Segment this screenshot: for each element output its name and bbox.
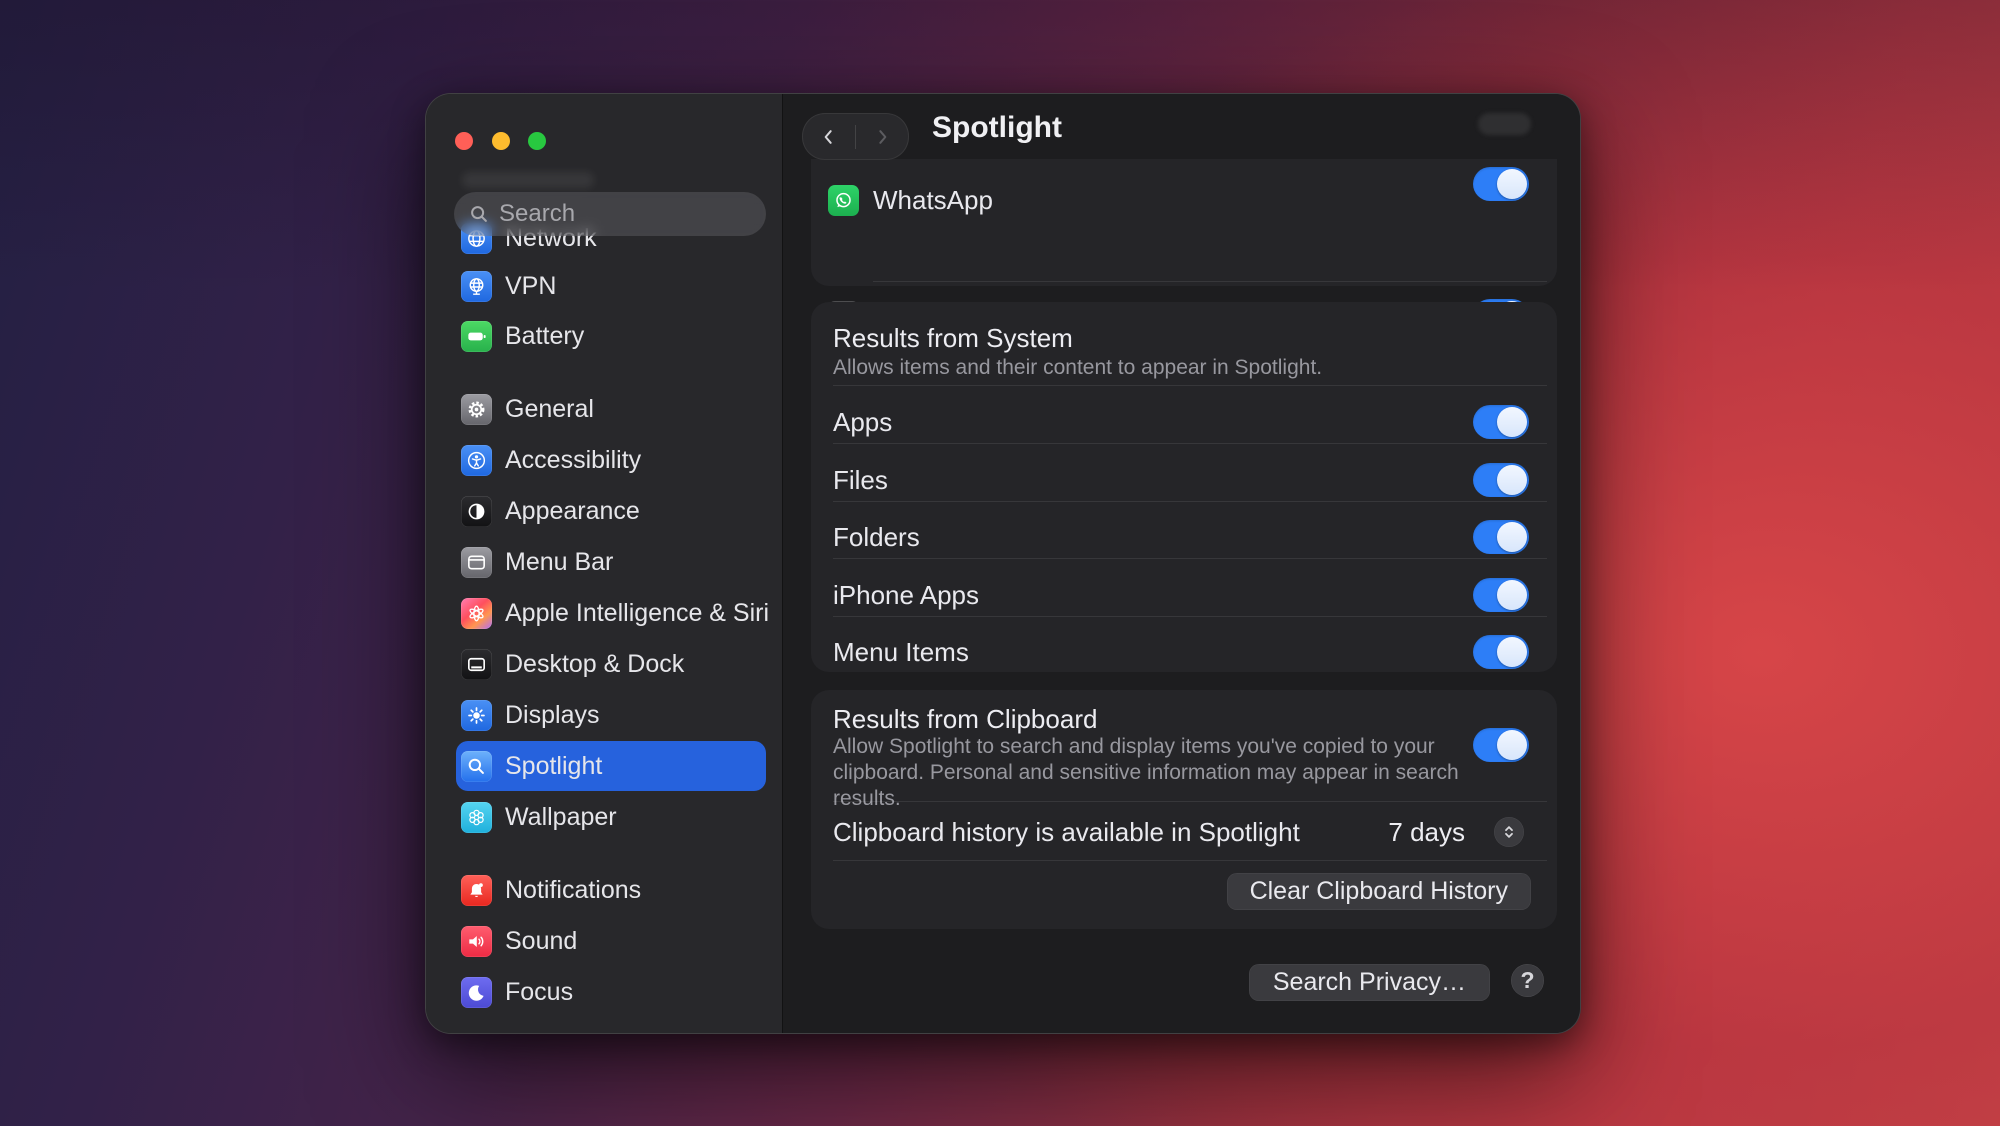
help-question-mark: ? (1520, 967, 1534, 994)
chevron-right-icon (872, 127, 892, 147)
folders-toggle[interactable] (1473, 520, 1529, 554)
row-divider (833, 501, 1547, 502)
chevron-left-icon (819, 127, 839, 147)
whatsapp-row: WhatsApp (811, 175, 1574, 225)
iphone-apps-toggle[interactable] (1473, 578, 1529, 612)
sidebar-item-displays[interactable]: Displays (456, 690, 766, 740)
clear-clipboard-history-button[interactable]: Clear Clipboard History (1227, 873, 1531, 910)
vpn-globe-icon (461, 271, 492, 302)
iphone-apps-row: iPhone Apps (811, 570, 1579, 620)
help-button[interactable]: ? (1511, 964, 1544, 997)
close-window-button[interactable] (455, 132, 473, 150)
files-row: Files (811, 455, 1579, 505)
folders-row: Folders (811, 512, 1579, 562)
menu-items-row: Menu Items (811, 627, 1579, 677)
section-divider (833, 385, 1547, 386)
row-divider (833, 801, 1547, 802)
search-privacy-button[interactable]: Search Privacy… (1249, 964, 1490, 1001)
row-divider (833, 616, 1547, 617)
search-icon (468, 203, 490, 225)
sidebar-item-battery[interactable]: Battery (456, 311, 766, 361)
row-divider (833, 443, 1547, 444)
scrolled-item-ghost (462, 172, 594, 188)
speaker-icon (461, 926, 492, 957)
zoom-window-button[interactable] (528, 132, 546, 150)
bell-icon (461, 875, 492, 906)
search-placeholder: Search (499, 200, 575, 228)
files-toggle[interactable] (1473, 463, 1529, 497)
row-divider (873, 281, 1547, 282)
clipboard-history-stepper[interactable] (1494, 817, 1524, 847)
sidebar-item-focus[interactable]: Focus (456, 967, 766, 1017)
apps-toggle[interactable] (1473, 405, 1529, 439)
displays-sun-icon (461, 700, 492, 731)
sidebar-item-menu-bar[interactable]: Menu Bar (456, 537, 766, 587)
whatsapp-toggle[interactable] (1473, 167, 1529, 201)
sidebar: Network Search VPN (426, 94, 783, 1033)
sidebar-item-apple-intelligence[interactable]: Apple Intelligence & Siri (456, 588, 766, 638)
moon-icon (461, 977, 492, 1008)
section-subtitle: Allows items and their content to appear… (833, 355, 1322, 381)
forward-button[interactable] (856, 114, 908, 159)
app-results-card: WhatsApp Yomu (811, 159, 1557, 286)
results-from-clipboard-card: Results from Clipboard Allow Spotlight t… (811, 690, 1557, 929)
system-settings-window: Network Search VPN (425, 93, 1581, 1034)
sidebar-item-sound[interactable]: Sound (456, 916, 766, 966)
sidebar-item-spotlight[interactable]: Spotlight (456, 741, 766, 791)
sidebar-item-desktop-dock[interactable]: Desktop & Dock (456, 639, 766, 689)
desktop-dock-icon (461, 649, 492, 680)
back-button[interactable] (803, 114, 855, 159)
content-pane: Spotlight WhatsApp (783, 94, 1580, 1033)
row-divider (833, 558, 1547, 559)
chevron-up-down-icon (1500, 823, 1518, 841)
sidebar-item-general[interactable]: General (456, 384, 766, 434)
page-title: Spotlight (932, 111, 1062, 145)
app-row-label: WhatsApp (873, 185, 993, 216)
appearance-icon (461, 496, 492, 527)
sidebar-item-wallpaper[interactable]: Wallpaper (456, 792, 766, 842)
battery-icon (461, 321, 492, 352)
minimize-window-button[interactable] (492, 132, 510, 150)
scrolled-toggle-ghost (1478, 113, 1531, 135)
results-from-system-card: Results from System Allows items and the… (811, 302, 1557, 672)
whatsapp-icon (828, 185, 859, 216)
clipboard-history-value: 7 days (1388, 817, 1465, 848)
desktop-background: Network Search VPN (0, 0, 2000, 1126)
button-label: Search Privacy… (1273, 968, 1466, 997)
sidebar-item-accessibility[interactable]: Accessibility (456, 435, 766, 485)
apple-intelligence-icon (461, 598, 492, 629)
apps-row: Apps (811, 397, 1579, 447)
clipboard-toggle[interactable] (1473, 728, 1529, 762)
sidebar-item-vpn[interactable]: VPN (456, 261, 766, 311)
spotlight-magnifier-icon (461, 751, 492, 782)
section-title: Results from Clipboard (833, 704, 1097, 735)
sidebar-item-notifications[interactable]: Notifications (456, 865, 766, 915)
row-divider (833, 860, 1547, 861)
navigation-pill (802, 113, 909, 160)
section-title: Results from System (833, 323, 1073, 354)
sidebar-search-field[interactable]: Search (454, 192, 766, 236)
button-label: Clear Clipboard History (1250, 877, 1508, 906)
gear-icon (461, 394, 492, 425)
menu-items-toggle[interactable] (1473, 635, 1529, 669)
menu-bar-icon (461, 547, 492, 578)
wallpaper-flower-icon (461, 802, 492, 833)
sidebar-item-appearance[interactable]: Appearance (456, 486, 766, 536)
accessibility-icon (461, 445, 492, 476)
